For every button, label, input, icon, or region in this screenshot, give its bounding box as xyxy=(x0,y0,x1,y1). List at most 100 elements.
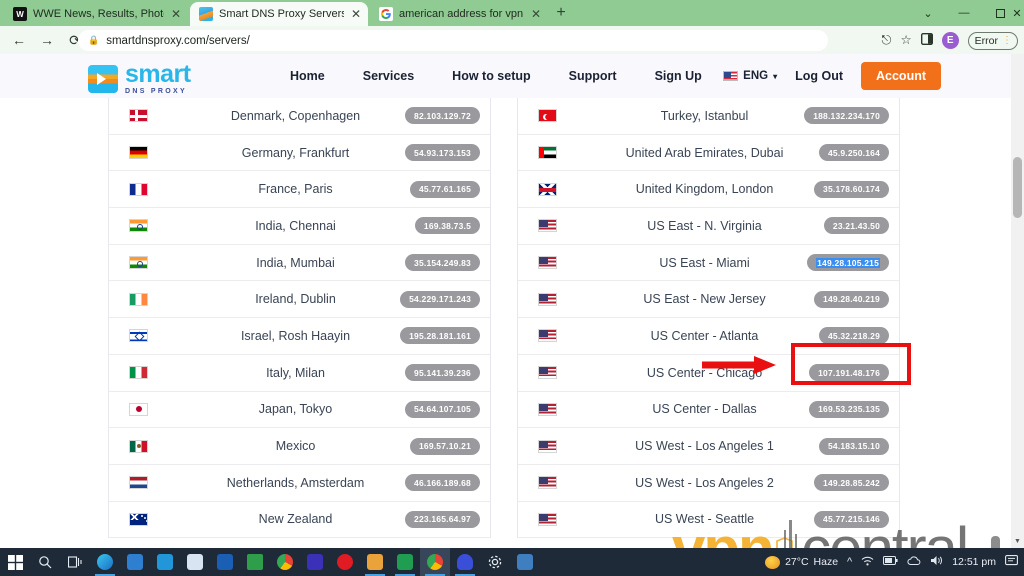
scrollbar-thumb[interactable] xyxy=(1013,157,1022,218)
taskbar-clock[interactable]: 12:51 pm xyxy=(952,556,996,568)
server-ip-badge[interactable]: 35.154.249.83 xyxy=(405,254,480,271)
server-ip-badge[interactable]: 45.77.61.165 xyxy=(410,181,480,198)
server-row[interactable]: Japan, Tokyo54.64.107.105 xyxy=(109,392,490,429)
minimize-button[interactable]: — xyxy=(946,0,982,26)
nav-item-sign-up[interactable]: Sign Up xyxy=(655,69,702,83)
nav-item-services[interactable]: Services xyxy=(363,69,414,83)
server-ip-badge[interactable]: 169.38.73.5 xyxy=(415,217,480,234)
close-tab-icon[interactable]: ✕ xyxy=(530,8,542,20)
server-ip-badge[interactable]: 107.191.48.176 xyxy=(809,364,889,381)
server-row[interactable]: US Center - Atlanta45.32.218.29 xyxy=(518,318,899,355)
taskbar-app-chrome-window-icon[interactable] xyxy=(420,548,450,576)
server-ip-badge[interactable]: 169.53.235.135 xyxy=(809,401,889,418)
show-hidden-icons-chevron-icon[interactable]: ^ xyxy=(847,556,852,568)
site-logo[interactable]: smart DNS PROXY xyxy=(88,62,191,95)
server-row[interactable]: Israel, Rosh Haayin195.28.181.161 xyxy=(109,318,490,355)
server-row[interactable]: US East - N. Virginia23.21.43.50 xyxy=(518,208,899,245)
account-button[interactable]: Account xyxy=(861,62,941,90)
taskbar-app-flag-icon[interactable] xyxy=(240,548,270,576)
taskbar-app-file-explorer-icon[interactable] xyxy=(360,548,390,576)
error-status-badge[interactable]: Error ⋮ xyxy=(968,32,1018,50)
server-row[interactable]: Germany, Frankfurt54.93.173.153 xyxy=(109,135,490,172)
server-ip-badge[interactable]: 95.141.39.236 xyxy=(405,364,480,381)
server-row[interactable]: India, Chennai169.38.73.5 xyxy=(109,208,490,245)
taskbar-app-arc-icon[interactable] xyxy=(450,548,480,576)
windows-start-icon[interactable] xyxy=(0,548,30,576)
server-row[interactable]: Mexico169.57.10.21 xyxy=(109,428,490,465)
server-row[interactable]: US Center - Dallas169.53.235.135 xyxy=(518,392,899,429)
server-row[interactable]: New Zealand223.165.64.97 xyxy=(109,502,490,539)
server-row[interactable]: US West - Seattle45.77.215.146 xyxy=(518,502,899,539)
server-ip-badge[interactable]: 195.28.181.161 xyxy=(400,327,480,344)
task-view-icon[interactable] xyxy=(60,548,90,576)
server-ip-badge[interactable]: 54.93.173.153 xyxy=(405,144,480,161)
notification-icon[interactable] xyxy=(1005,555,1018,570)
server-ip-badge[interactable]: 23.21.43.50 xyxy=(824,217,889,234)
logout-link[interactable]: Log Out xyxy=(795,69,843,83)
server-row[interactable]: France, Paris45.77.61.165 xyxy=(109,171,490,208)
tab-search-chevron-icon[interactable]: ⌄ xyxy=(910,0,946,26)
scroll-down-arrow-icon[interactable]: ▼ xyxy=(1011,534,1024,548)
new-tab-button[interactable]: + xyxy=(551,4,571,24)
server-ip-badge[interactable]: 149.28.105.215 xyxy=(807,254,889,271)
taskbar-app-photos-icon[interactable] xyxy=(510,548,540,576)
server-ip-badge[interactable]: 54.64.107.105 xyxy=(405,401,480,418)
forward-button[interactable]: → xyxy=(33,26,61,54)
taskbar-app-edge-icon[interactable] xyxy=(90,548,120,576)
server-ip-badge[interactable]: 149.28.40.219 xyxy=(814,291,889,308)
server-row[interactable]: Denmark, Copenhagen82.103.129.72 xyxy=(109,98,490,135)
taskbar-app-opera-icon[interactable] xyxy=(330,548,360,576)
language-selector[interactable]: ENG ▾ xyxy=(723,70,777,82)
taskbar-app-outlook-icon[interactable] xyxy=(210,548,240,576)
kebab-menu-icon[interactable]: ⋮ xyxy=(1002,35,1011,46)
browser-tab-0[interactable]: W WWE News, Results, Photos & Vi ✕ xyxy=(4,2,188,26)
back-button[interactable]: ← xyxy=(5,26,33,54)
server-row[interactable]: Netherlands, Amsterdam46.166.189.68 xyxy=(109,465,490,502)
server-row[interactable]: United Kingdom, London35.178.60.174 xyxy=(518,171,899,208)
server-row[interactable]: India, Mumbai35.154.249.83 xyxy=(109,245,490,282)
taskbar-app-microsoft-store-icon[interactable] xyxy=(120,548,150,576)
taskbar-app-bitwarden-icon[interactable] xyxy=(300,548,330,576)
address-bar[interactable]: 🔒 smartdnsproxy.com/servers/ xyxy=(78,30,828,51)
star-icon[interactable]: ☆ xyxy=(900,34,911,47)
taskbar-app-word-icon[interactable] xyxy=(180,548,210,576)
browser-tab-1[interactable]: Smart DNS Proxy Servers ✕ xyxy=(190,2,368,26)
server-ip-badge[interactable]: 188.132.234.170 xyxy=(804,107,889,124)
browser-tab-2[interactable]: american address for vpn - Goog ✕ xyxy=(370,2,548,26)
server-row[interactable]: United Arab Emirates, Dubai45.9.250.164 xyxy=(518,135,899,172)
nav-item-home[interactable]: Home xyxy=(290,69,325,83)
side-panel-icon[interactable] xyxy=(921,33,933,48)
server-ip-badge[interactable]: 169.57.10.21 xyxy=(410,438,480,455)
server-ip-badge[interactable]: 82.103.129.72 xyxy=(405,107,480,124)
taskbar-app-excel-icon[interactable] xyxy=(390,548,420,576)
profile-avatar[interactable]: E xyxy=(942,32,959,49)
server-ip-badge[interactable]: 223.165.64.97 xyxy=(405,511,480,528)
server-row[interactable]: US Center - Chicago107.191.48.176 xyxy=(518,355,899,392)
server-ip-badge[interactable]: 149.28.85.242 xyxy=(814,474,889,491)
server-row[interactable]: US East - Miami149.28.105.215 xyxy=(518,245,899,282)
server-ip-badge[interactable]: 45.32.218.29 xyxy=(819,327,889,344)
page-scrollbar[interactable]: ▼ xyxy=(1011,54,1024,548)
taskbar-app-chrome-icon[interactable] xyxy=(270,548,300,576)
battery-icon[interactable] xyxy=(883,556,898,568)
close-tab-icon[interactable]: ✕ xyxy=(170,8,182,20)
server-ip-badge[interactable]: 35.178.60.174 xyxy=(814,181,889,198)
close-tab-icon[interactable]: ✕ xyxy=(350,8,362,20)
onedrive-icon[interactable] xyxy=(907,556,921,569)
share-icon[interactable]: ⎋ xyxy=(882,34,892,47)
server-ip-badge[interactable]: 46.166.189.68 xyxy=(405,474,480,491)
inner-scrollbar-thumb[interactable] xyxy=(991,536,1000,548)
server-row[interactable]: Turkey, Istanbul188.132.234.170 xyxy=(518,98,899,135)
taskbar-app-settings-icon[interactable] xyxy=(480,548,510,576)
server-row[interactable]: US West - Los Angeles 2149.28.85.242 xyxy=(518,465,899,502)
server-row[interactable]: US West - Los Angeles 154.183.15.10 xyxy=(518,428,899,465)
volume-icon[interactable] xyxy=(930,555,943,569)
close-window-button[interactable]: ✕ xyxy=(1010,0,1024,26)
server-row[interactable]: Italy, Milan95.141.39.236 xyxy=(109,355,490,392)
server-ip-badge[interactable]: 45.77.215.146 xyxy=(814,511,889,528)
server-ip-badge[interactable]: 54.229.171.243 xyxy=(400,291,480,308)
search-icon[interactable] xyxy=(30,548,60,576)
wifi-icon[interactable] xyxy=(861,555,874,569)
taskbar-app-mail-icon[interactable] xyxy=(150,548,180,576)
server-ip-badge[interactable]: 54.183.15.10 xyxy=(819,438,889,455)
